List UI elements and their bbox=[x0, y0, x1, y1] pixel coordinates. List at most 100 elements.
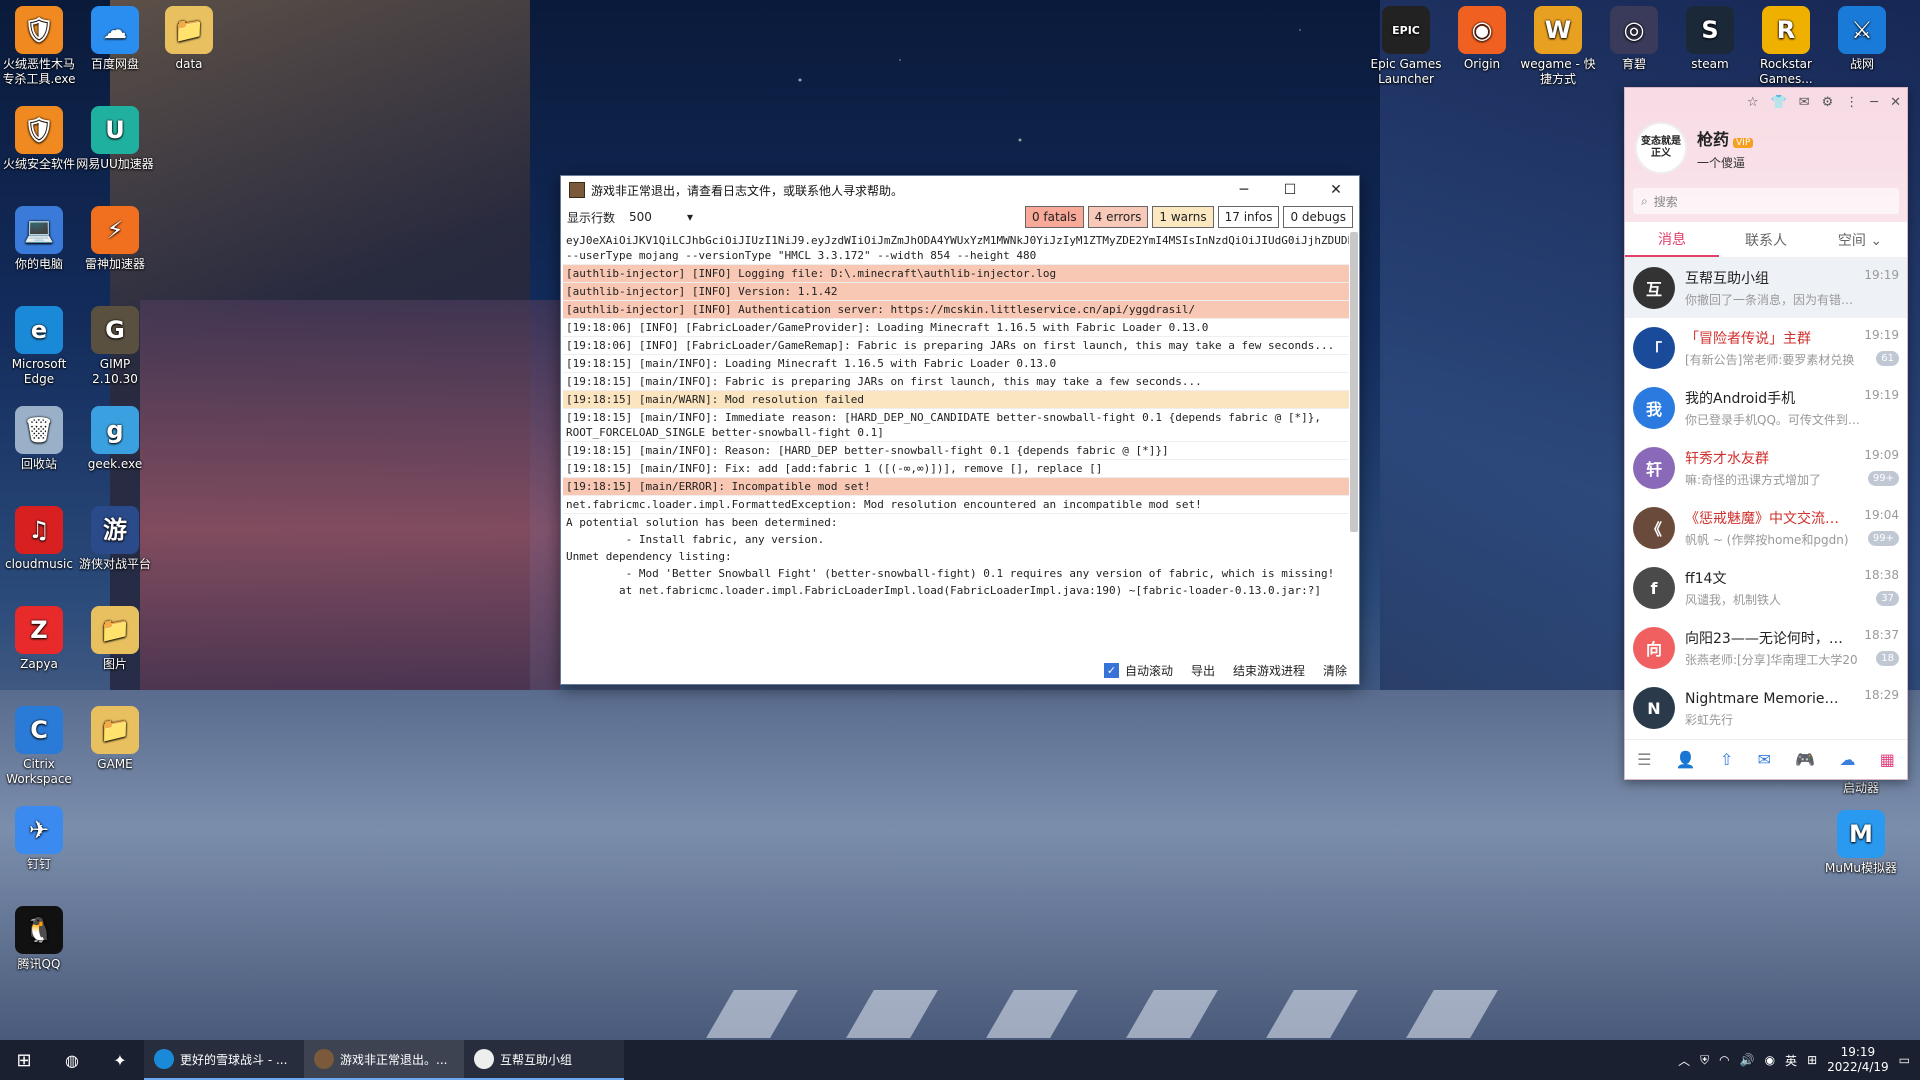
taskbar-task[interactable]: 游戏非正常退出。... bbox=[304, 1040, 464, 1080]
clock[interactable]: 19:19 2022/4/19 bbox=[1827, 1045, 1889, 1075]
chat-item[interactable]: 《《惩戒魅魔》中文交流十六 19:04 帆帆 ~ (作弊按home和pgdn) 99+ bbox=[1625, 498, 1907, 558]
close-button[interactable]: ✕ bbox=[1313, 176, 1359, 204]
desktop-icon-8[interactable]: G GIMP 2.10.30 bbox=[76, 306, 154, 387]
desktop-shortcut-6[interactable]: ⚔ 战网 bbox=[1823, 6, 1901, 72]
desktop-icon-14[interactable]: 📁 图片 bbox=[76, 606, 154, 672]
keyboard-icon[interactable]: ⊞ bbox=[1807, 1053, 1817, 1067]
desktop-icon-17[interactable]: ✈ 钉钉 bbox=[0, 806, 78, 872]
filter-fatals-toggle[interactable]: 0 fatals bbox=[1024, 206, 1084, 228]
taskbar-task[interactable]: 更好的雪球战斗 - ... bbox=[144, 1040, 304, 1080]
desktop-icon-0-icon: 🛡 bbox=[15, 6, 63, 54]
steam-icon[interactable]: ◍ bbox=[48, 1040, 96, 1080]
autoscroll-label[interactable]: 自动滚动 bbox=[1125, 662, 1173, 679]
desktop-icon-15[interactable]: C Citrix Workspace bbox=[0, 706, 78, 787]
filter-warns-toggle[interactable]: 1 warns bbox=[1152, 206, 1214, 228]
avatar[interactable]: 变态就是正义 bbox=[1635, 122, 1687, 174]
file-transfer-icon[interactable]: ⇧ bbox=[1720, 750, 1733, 769]
lines-select[interactable]: 500 ▾ bbox=[625, 207, 697, 227]
close-icon[interactable]: ✕ bbox=[1890, 95, 1901, 110]
chat-item[interactable]: 向向阳23——无论何时，向阳 18:37 张燕老师:[分享]华南理工大学20 18 bbox=[1625, 618, 1907, 678]
chat-time: 19:09 bbox=[1864, 448, 1899, 462]
search-input[interactable]: ⌕ 搜索 bbox=[1633, 188, 1899, 214]
add-contact-icon[interactable]: 👤 bbox=[1676, 750, 1696, 769]
kill-game-button[interactable]: 结束游戏进程 bbox=[1233, 662, 1305, 679]
log-output[interactable]: eyJ0eXAiOiJKV1QiLCJhbGciOiJIUzI1NiJ9.eyJ… bbox=[563, 232, 1349, 652]
export-button[interactable]: 导出 bbox=[1191, 662, 1215, 679]
log-line: [19:18:15] [main/INFO]: Immediate reason… bbox=[563, 409, 1349, 442]
desktop-right-icon-1[interactable]: M MuMu模拟器 bbox=[1822, 810, 1900, 876]
chat-item[interactable]: 互互帮互助小组 19:19 你撤回了一条消息，因为有错别字。 bbox=[1625, 258, 1907, 318]
desktop-icon-2[interactable]: 📁 data bbox=[150, 6, 228, 72]
profile-signature[interactable]: 一个傻逼 bbox=[1697, 154, 1753, 171]
filter-debugs-toggle[interactable]: 0 debugs bbox=[1283, 206, 1353, 228]
avatar: f bbox=[1633, 567, 1675, 609]
shirt-icon[interactable]: 👕 bbox=[1771, 95, 1787, 110]
mail-icon[interactable]: ✉ bbox=[1799, 95, 1810, 110]
notification-icon[interactable]: ▭ bbox=[1899, 1053, 1910, 1067]
desktop-icon-1[interactable]: ☁ 百度网盘 bbox=[76, 6, 154, 72]
cloud-icon[interactable]: ☁ bbox=[1839, 750, 1855, 769]
chevron-up-icon[interactable]: ︿ bbox=[1678, 1052, 1690, 1069]
desktop-icon-14-icon: 📁 bbox=[91, 606, 139, 654]
apps-icon[interactable]: ▦ bbox=[1880, 750, 1895, 769]
tab-space[interactable]: 空间 ⌄ bbox=[1813, 222, 1907, 257]
menu-icon[interactable]: ☰ bbox=[1637, 750, 1651, 769]
chat-item[interactable]: N Nightmare Memories交流 18:29 彩虹先行 bbox=[1625, 678, 1907, 738]
tab-contacts[interactable]: 联系人 bbox=[1719, 222, 1813, 257]
clear-button[interactable]: 清除 bbox=[1323, 662, 1347, 679]
desktop-icon-0[interactable]: 🛡 火绒恶性木马专杀工具.exe bbox=[0, 6, 78, 87]
game-icon[interactable]: 🎮 bbox=[1795, 750, 1815, 769]
desktop-icon-7[interactable]: e Microsoft Edge bbox=[0, 306, 78, 387]
desktop-icon-9[interactable]: 🗑 回收站 bbox=[0, 406, 78, 472]
qq-tabs: 消息 联系人 空间 ⌄ bbox=[1625, 222, 1907, 258]
desktop-icon-13[interactable]: Z Zapya bbox=[0, 606, 78, 672]
minimize-button[interactable]: ─ bbox=[1870, 95, 1878, 110]
chat-item[interactable]: f ff14文 18:38 风谴我，机制铁人 37 bbox=[1625, 558, 1907, 618]
desktop-icon-12[interactable]: 游游侠对战平台 bbox=[76, 506, 154, 572]
desktop-icon-4[interactable]: U 网易UU加速器 bbox=[76, 106, 154, 172]
desktop-shortcut-4[interactable]: Ssteam bbox=[1671, 6, 1749, 72]
avatar: 向 bbox=[1633, 627, 1675, 669]
desktop-icon-3[interactable]: 🛡 火绒安全软件 bbox=[0, 106, 78, 172]
desktop-icon-10[interactable]: g geek.exe bbox=[76, 406, 154, 472]
desktop-shortcut-2[interactable]: Wwegame - 快捷方式 bbox=[1519, 6, 1597, 87]
mail-icon[interactable]: ✉ bbox=[1758, 750, 1771, 769]
chat-item[interactable]: 轩轩秀才水友群 19:09 嘛:奇怪的迅课方式增加了 99+ bbox=[1625, 438, 1907, 498]
desktop-icon-5[interactable]: 💻 你的电脑 bbox=[0, 206, 78, 272]
chat-item[interactable]: 「「冒险者传说」主群 19:19 [有新公告]常老师:要罗素材兑换 61 bbox=[1625, 318, 1907, 378]
desktop-shortcut-0[interactable]: EPIC Epic Games Launcher bbox=[1367, 6, 1445, 87]
desktop-shortcut-5-icon: R bbox=[1762, 6, 1810, 54]
desktop-shortcut-5[interactable]: R Rockstar Games... bbox=[1747, 6, 1825, 87]
start-button[interactable]: ⊞ bbox=[0, 1040, 48, 1080]
autoscroll-checkbox[interactable]: ✓ bbox=[1103, 662, 1119, 678]
desktop-icon-17-icon: ✈ bbox=[15, 806, 63, 854]
ime-indicator[interactable]: 英 bbox=[1785, 1052, 1797, 1069]
filter-infos-toggle[interactable]: 17 infos bbox=[1217, 206, 1280, 228]
unread-badge: 18 bbox=[1876, 651, 1899, 666]
log-window-titlebar[interactable]: 游戏非正常退出，请查看日志文件，或联系他人寻求帮助。 ─ ☐ ✕ bbox=[561, 176, 1359, 204]
qq-tray-icon[interactable]: ◉ bbox=[1765, 1053, 1775, 1067]
battle-net-icon[interactable]: ✦ bbox=[96, 1040, 144, 1080]
desktop-shortcut-3[interactable]: ◎ 育碧 bbox=[1595, 6, 1673, 72]
taskbar-task[interactable]: 互帮互助小组 bbox=[464, 1040, 624, 1080]
settings-icon[interactable]: ⚙ bbox=[1822, 95, 1834, 110]
desktop-icon-6[interactable]: ⚡ 雷神加速器 bbox=[76, 206, 154, 272]
desktop-icon-18[interactable]: 🐧 腾讯QQ bbox=[0, 906, 78, 972]
minimize-button[interactable]: ─ bbox=[1221, 176, 1267, 204]
avatar: 《 bbox=[1633, 507, 1675, 549]
qq-main-panel: ☆ 👕 ✉ ⚙ ⋮ ─ ✕ 变态就是正义 枪药 VIP 一个傻逼 ⌕ 搜索 消息 … bbox=[1624, 87, 1908, 780]
log-scrollbar[interactable] bbox=[1350, 232, 1358, 532]
desktop-icon-11[interactable]: ♫ cloudmusic bbox=[0, 506, 78, 572]
tab-messages[interactable]: 消息 bbox=[1625, 222, 1719, 257]
more-icon[interactable]: ⋮ bbox=[1845, 95, 1858, 110]
chat-item[interactable]: 我我的Android手机 19:19 你已登录手机QQ。可传文件到手机 bbox=[1625, 378, 1907, 438]
volume-icon[interactable]: 🔊 bbox=[1740, 1053, 1755, 1067]
desktop-shortcut-1[interactable]: ◉ Origin bbox=[1443, 6, 1521, 72]
shield-icon[interactable]: ⛨ bbox=[1700, 1053, 1709, 1068]
filter-errors-toggle[interactable]: 4 errors bbox=[1087, 206, 1149, 228]
star-icon[interactable]: ☆ bbox=[1747, 95, 1759, 110]
maximize-button[interactable]: ☐ bbox=[1267, 176, 1313, 204]
wifi-icon[interactable]: ◠ bbox=[1719, 1053, 1729, 1067]
log-line: [authlib-injector] [INFO] Version: 1.1.4… bbox=[563, 283, 1349, 301]
desktop-icon-16[interactable]: 📁 GAME bbox=[76, 706, 154, 772]
